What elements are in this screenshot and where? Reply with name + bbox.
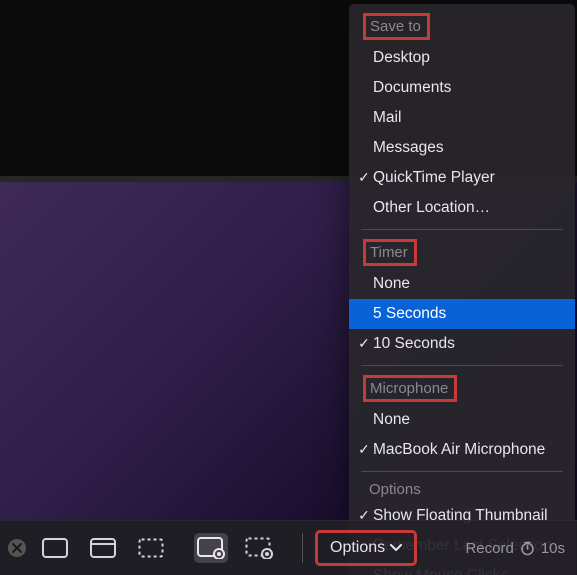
- section-header-options: Options: [349, 478, 575, 501]
- menu-item-label: 5 Seconds: [373, 302, 565, 326]
- menu-item-label: MacBook Air Microphone: [373, 438, 565, 462]
- capture-entire-screen-button[interactable]: [38, 533, 72, 563]
- timer-icon: [520, 541, 535, 556]
- record-selection-button[interactable]: [242, 533, 276, 563]
- menu-separator: [361, 229, 563, 230]
- menu-item-label: Documents: [373, 76, 565, 100]
- menu-item-label: None: [373, 272, 565, 296]
- close-button[interactable]: [8, 539, 26, 557]
- menu-item-timer-none[interactable]: None: [349, 269, 575, 299]
- menu-item-mic-builtin[interactable]: ✓ MacBook Air Microphone: [349, 435, 575, 465]
- menu-item-timer-10s[interactable]: ✓ 10 Seconds: [349, 329, 575, 359]
- section-header-timer: Timer: [349, 236, 575, 269]
- menu-item-label: Desktop: [373, 46, 565, 70]
- record-area: Record 10s: [465, 540, 569, 557]
- menu-item-mic-none[interactable]: None: [349, 405, 575, 435]
- options-button[interactable]: Options: [315, 530, 417, 566]
- capture-mode-group: [38, 533, 168, 563]
- menu-separator: [361, 365, 563, 366]
- check-icon: ✓: [355, 333, 373, 355]
- menu-item-documents[interactable]: Documents: [349, 73, 575, 103]
- toolbar-divider: [302, 533, 303, 563]
- capture-selection-button[interactable]: [134, 533, 168, 563]
- section-header-label: Timer: [363, 239, 417, 266]
- timer-countdown: 10s: [541, 540, 565, 557]
- menu-item-desktop[interactable]: Desktop: [349, 43, 575, 73]
- screenshot-toolbar: Options Record 10s: [0, 520, 577, 575]
- menu-item-label: Other Location…: [373, 196, 565, 220]
- options-menu: Save to Desktop Documents Mail Messages …: [349, 4, 575, 575]
- record-button-label[interactable]: Record: [465, 540, 513, 557]
- check-icon: ✓: [355, 439, 373, 461]
- menu-item-mail[interactable]: Mail: [349, 103, 575, 133]
- menu-item-messages[interactable]: Messages: [349, 133, 575, 163]
- section-header-microphone: Microphone: [349, 372, 575, 405]
- record-mode-group: [194, 533, 276, 563]
- capture-window-button[interactable]: [86, 533, 120, 563]
- menu-item-label: QuickTime Player: [373, 166, 565, 190]
- section-header-label: Save to: [363, 13, 430, 40]
- options-button-label: Options: [330, 539, 385, 557]
- menu-item-label: 10 Seconds: [373, 332, 565, 356]
- check-icon: ✓: [355, 167, 373, 189]
- section-header-save-to: Save to: [349, 10, 575, 43]
- record-entire-screen-button[interactable]: [194, 533, 228, 563]
- menu-item-quicktime[interactable]: ✓ QuickTime Player: [349, 163, 575, 193]
- menu-item-timer-5s[interactable]: 5 Seconds: [349, 299, 575, 329]
- menu-separator: [361, 471, 563, 472]
- section-header-label: Options: [369, 481, 421, 498]
- chevron-down-icon: [390, 544, 402, 552]
- menu-item-label: Messages: [373, 136, 565, 160]
- menu-item-other-location[interactable]: Other Location…: [349, 193, 575, 223]
- menu-item-label: None: [373, 408, 565, 432]
- section-header-label: Microphone: [363, 375, 457, 402]
- menu-item-label: Mail: [373, 106, 565, 130]
